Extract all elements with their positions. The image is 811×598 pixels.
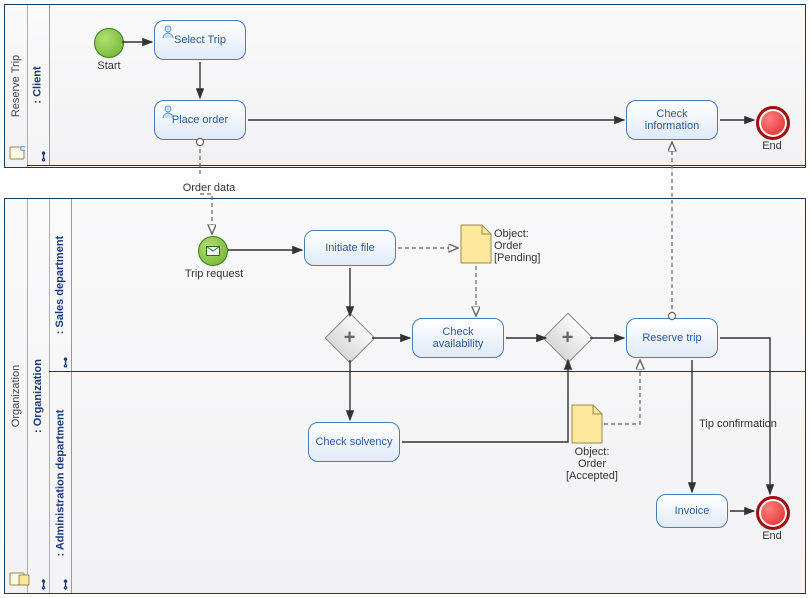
task-initiate-file[interactable]: Initiate file bbox=[304, 230, 396, 266]
task-label: Check solvency bbox=[315, 436, 392, 448]
start-label: Start bbox=[90, 60, 128, 72]
task-check-solvency[interactable]: Check solvency bbox=[308, 422, 400, 462]
lane-client[interactable]: : Client ⊶ bbox=[27, 5, 805, 166]
start-event[interactable] bbox=[94, 28, 124, 58]
pool-type-icon bbox=[9, 146, 25, 163]
key-icon: ⊶ bbox=[59, 357, 72, 368]
lane-admin[interactable]: : Administration department ⊶ bbox=[49, 371, 805, 593]
lane-header-admin: : Administration department ⊶ bbox=[49, 372, 72, 593]
pool-reserve-trip[interactable]: Reserve Trip : Client ⊶ bbox=[4, 4, 806, 168]
task-label: Invoice bbox=[675, 505, 710, 517]
task-check-availability[interactable]: Check availability bbox=[412, 318, 504, 358]
task-label: Place order bbox=[172, 114, 228, 126]
task-reserve-trip[interactable]: Reserve trip bbox=[626, 318, 718, 358]
plus-icon: + bbox=[344, 327, 356, 350]
lane-title: : Organization bbox=[32, 359, 44, 433]
data-object-accepted[interactable] bbox=[571, 404, 603, 447]
task-label: Check information bbox=[633, 108, 711, 132]
task-label: Reserve trip bbox=[642, 332, 701, 344]
user-icon bbox=[161, 105, 175, 122]
task-label: Initiate file bbox=[325, 242, 375, 254]
order-data-label: Order data bbox=[174, 182, 244, 194]
task-check-information[interactable]: Check information bbox=[626, 100, 718, 140]
task-label: Select Trip bbox=[174, 34, 226, 46]
pool-organization[interactable]: Organization : Organization ⊶ : Sales de… bbox=[4, 198, 806, 594]
end-label: End bbox=[754, 530, 790, 542]
lane-organization[interactable]: : Organization ⊶ : Sales department ⊶ : … bbox=[27, 199, 805, 593]
lane-header-client: : Client ⊶ bbox=[27, 5, 50, 165]
pool-header-reserve-trip: Reserve Trip bbox=[5, 5, 28, 167]
data-object-pending[interactable] bbox=[460, 224, 492, 267]
data-object-pending-label: Object: Order [Pending] bbox=[494, 228, 554, 264]
plus-icon: + bbox=[562, 327, 574, 350]
lane-title: : Client bbox=[32, 66, 44, 103]
tip-confirmation-label: Tip confirmation bbox=[698, 418, 778, 430]
task-invoice[interactable]: Invoice bbox=[656, 494, 728, 528]
end-event-org[interactable] bbox=[756, 496, 790, 530]
pool-header-organization: Organization bbox=[5, 199, 28, 593]
task-label: Check availability bbox=[419, 326, 497, 350]
pool-type-icon bbox=[9, 572, 33, 589]
key-icon: ⊶ bbox=[37, 151, 50, 162]
user-icon bbox=[161, 25, 175, 42]
message-start-event[interactable] bbox=[198, 236, 228, 266]
lane-title: : Sales department bbox=[54, 236, 66, 334]
key-icon: ⊶ bbox=[59, 579, 72, 590]
pool-title: Reserve Trip bbox=[10, 55, 22, 117]
data-object-accepted-label: Object: Order [Accepted] bbox=[562, 446, 622, 482]
end-label: End bbox=[754, 140, 790, 152]
task-select-trip[interactable]: Select Trip bbox=[154, 20, 246, 60]
envelope-icon bbox=[206, 246, 220, 256]
diagram-canvas: Reserve Trip : Client ⊶ Organization : O… bbox=[0, 0, 811, 598]
trip-request-label: Trip request bbox=[178, 268, 250, 280]
task-place-order[interactable]: Place order bbox=[154, 100, 246, 140]
lane-title: : Administration department bbox=[54, 409, 66, 556]
lane-header-sales: : Sales department ⊶ bbox=[49, 199, 72, 371]
end-event-client[interactable] bbox=[756, 106, 790, 140]
pool-title: Organization bbox=[10, 365, 22, 427]
lane-header-organization: : Organization ⊶ bbox=[27, 199, 50, 593]
